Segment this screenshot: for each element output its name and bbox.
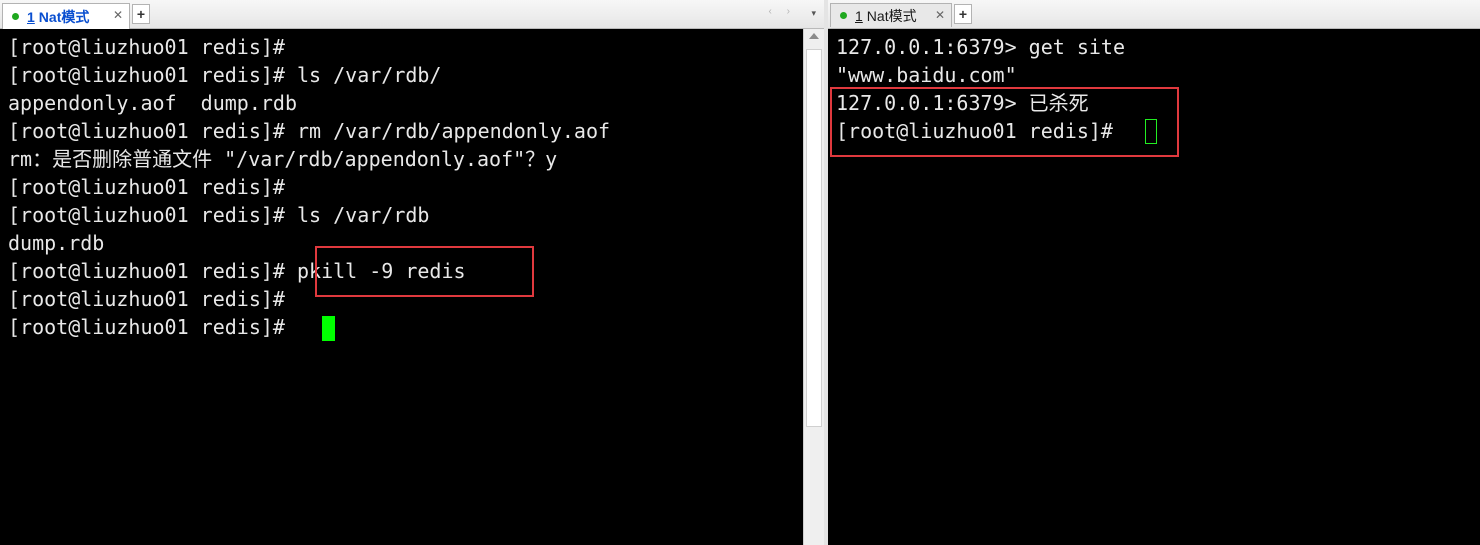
tab-title: Nat模式: [866, 7, 917, 24]
terminal-line: [root@liuzhuo01 redis]#: [8, 287, 285, 311]
terminal-line: [root@liuzhuo01 redis]# ls /var/rdb: [8, 203, 430, 227]
connected-status-dot-icon: [12, 13, 19, 20]
terminal-line: appendonly.aof dump.rdb: [8, 91, 297, 115]
tab-title: Nat模式: [38, 8, 90, 25]
right-session-tab[interactable]: 1 Nat模式 ✕: [830, 3, 952, 27]
new-tab-button[interactable]: +: [132, 4, 150, 24]
scroll-up-arrow-icon[interactable]: [809, 33, 819, 39]
tab-list-dropdown-icon[interactable]: ▾: [811, 8, 816, 19]
scrollbar-thumb[interactable]: [806, 49, 822, 427]
tab-number: 1: [855, 7, 863, 24]
close-tab-icon[interactable]: ✕: [935, 8, 945, 22]
right-session-pane: 1 Nat模式 ✕ + 127.0.0.1:6379> get site "ww…: [828, 0, 1480, 545]
terminal-line: [root@liuzhuo01 redis]# ls /var/rdb/: [8, 63, 442, 87]
connected-status-dot-icon: [840, 12, 847, 19]
new-tab-button[interactable]: +: [954, 4, 972, 24]
left-session-pane: 1 Nat模式 ✕ + ‹ › ▾ [root@liuzhuo01 redis]…: [0, 0, 824, 545]
terminal-line: [root@liuzhuo01 redis]# rm /var/rdb/appe…: [8, 119, 611, 143]
terminal-line: "www.baidu.com": [836, 63, 1017, 87]
terminal-cursor: [322, 316, 335, 341]
left-session-tab[interactable]: 1 Nat模式 ✕: [2, 3, 130, 29]
terminal-line: rm：是否删除普通文件 "/var/rdb/appendonly.aof"？y: [8, 147, 558, 171]
pkill-command-highlight-box: [315, 246, 534, 297]
killed-message-highlight-box: [830, 87, 1179, 157]
terminal-line: [root@liuzhuo01 redis]#: [8, 315, 297, 339]
terminal-line: [root@liuzhuo01 redis]#: [8, 35, 285, 59]
terminal-line: dump.rdb: [8, 231, 105, 255]
tab-number: 1: [27, 8, 35, 25]
left-tab-bar: 1 Nat模式 ✕ + ‹ › ▾: [0, 0, 824, 29]
right-terminal-output[interactable]: 127.0.0.1:6379> get site "www.baidu.com"…: [828, 29, 1480, 545]
right-tab-bar: 1 Nat模式 ✕ +: [828, 0, 1480, 29]
left-terminal-output[interactable]: [root@liuzhuo01 redis]# [root@liuzhuo01 …: [0, 29, 803, 545]
left-terminal-scrollbar[interactable]: [803, 29, 824, 545]
terminal-line: 127.0.0.1:6379> get site: [836, 35, 1125, 59]
tab-scroll-arrows-icon[interactable]: ‹ ›: [769, 6, 796, 17]
terminal-line: [root@liuzhuo01 redis]#: [8, 175, 285, 199]
close-tab-icon[interactable]: ✕: [113, 8, 123, 22]
